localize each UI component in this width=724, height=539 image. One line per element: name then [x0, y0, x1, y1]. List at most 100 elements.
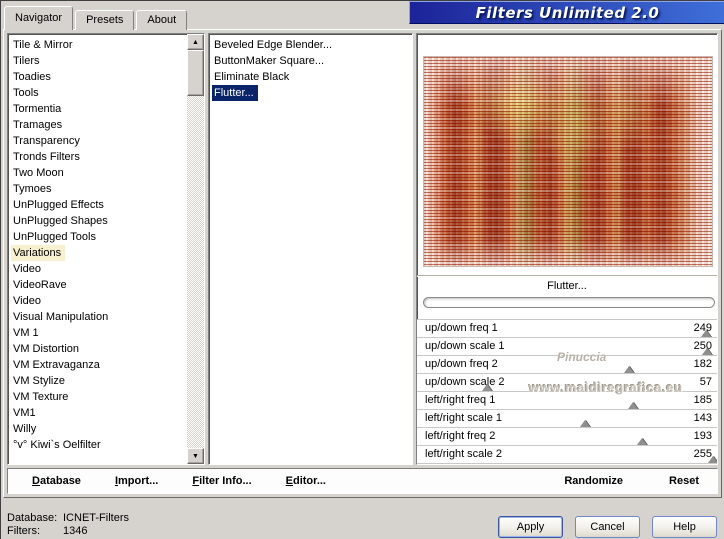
category-item[interactable]: Tilers — [8, 53, 187, 69]
category-item[interactable]: VM Texture — [8, 389, 187, 405]
category-item[interactable]: VM1 — [8, 405, 187, 421]
category-item[interactable]: Video — [8, 293, 187, 309]
database-button[interactable]: Database — [32, 475, 81, 487]
category-item[interactable]: UnPlugged Shapes — [8, 213, 187, 229]
slider-thumb-icon[interactable] — [701, 348, 712, 355]
help-button[interactable]: Help — [652, 516, 717, 538]
category-item-label: Tymoes — [13, 183, 52, 195]
reset-button[interactable]: Reset — [669, 475, 699, 487]
category-list: Tile & Mirror Tilers Toadies Tools Tormentia… — [8, 34, 187, 464]
category-scrollbar[interactable]: ▲ ▼ — [187, 34, 204, 464]
database-status-line: Database: ICNET-Filters — [7, 512, 129, 525]
category-item[interactable]: VM Distortion — [8, 341, 187, 357]
dialog-buttons: Apply Cancel Help — [498, 516, 717, 538]
filters-status-line: Filters: 1346 — [7, 525, 129, 538]
param-row[interactable]: up/down freq 2 182 — [417, 356, 717, 374]
preview-image[interactable] — [423, 56, 713, 267]
param-label: left/right scale 2 — [425, 448, 503, 460]
randomize-button[interactable]: Randomize — [564, 475, 623, 487]
filter-info-button[interactable]: Filter Info... — [192, 475, 251, 487]
category-item-label: Tramages — [13, 119, 63, 131]
progress-bar — [423, 297, 715, 308]
category-item[interactable]: Video — [8, 261, 187, 277]
filter-item[interactable]: Eliminate Black — [209, 69, 412, 85]
category-item-label: VM1 — [13, 407, 36, 419]
category-item[interactable]: VM 1 — [8, 325, 187, 341]
status-bar: Database: ICNET-Filters Filters: 1346 — [7, 512, 129, 538]
param-row[interactable]: left/right scale 2 255 — [417, 446, 717, 464]
import-button[interactable]: Import... — [115, 475, 158, 487]
category-item[interactable]: VM Stylize — [8, 373, 187, 389]
filters-label: Filters: — [7, 525, 40, 537]
category-item[interactable]: Tramages — [8, 117, 187, 133]
slider-thumb-icon[interactable] — [481, 384, 492, 391]
slider-thumb-icon[interactable] — [707, 456, 717, 463]
category-item[interactable]: Toadies — [8, 69, 187, 85]
param-row[interactable]: up/down scale 1 250 — [417, 338, 717, 356]
category-item[interactable]: Tools — [8, 85, 187, 101]
tab-navigator[interactable]: Navigator — [4, 6, 74, 30]
filter-item-label: ButtonMaker Square... — [214, 55, 325, 67]
filter-item-label: Beveled Edge Blender... — [214, 39, 333, 51]
scroll-up-button[interactable]: ▲ — [187, 34, 204, 50]
category-item-label: Tronds Filters — [13, 151, 80, 163]
tab-about[interactable]: About — [136, 10, 188, 30]
param-value: 185 — [693, 394, 712, 406]
scroll-down-button[interactable]: ▼ — [187, 448, 204, 464]
editor-button[interactable]: Editor... — [286, 475, 326, 487]
selected-filter-label: Flutter... — [547, 280, 587, 292]
cancel-button[interactable]: Cancel — [575, 516, 640, 538]
category-item[interactable]: Tronds Filters — [8, 149, 187, 165]
category-item-label: Visual Manipulation — [13, 311, 109, 323]
param-row[interactable]: left/right freq 2 193 — [417, 428, 717, 446]
slider-thumb-icon[interactable] — [624, 366, 635, 373]
category-item-label: °v° Kiwi`s Oelfilter — [13, 439, 101, 451]
filters-unlimited-window: Navigator Presets About Filters Unlimited … — [0, 0, 724, 539]
param-rows: Pinuccia www.maidiregrafica.eu up/down f… — [417, 319, 717, 464]
category-item[interactable]: Variations — [8, 245, 187, 261]
filter-item-label: Eliminate Black — [214, 71, 290, 83]
param-label: up/down scale 2 — [425, 376, 505, 388]
category-item[interactable]: Two Moon — [8, 165, 187, 181]
param-row[interactable]: left/right scale 1 143 — [417, 410, 717, 428]
slider-thumb-icon[interactable] — [700, 330, 711, 337]
slider-thumb-icon[interactable] — [636, 438, 647, 445]
filter-item[interactable]: Beveled Edge Blender... — [209, 37, 412, 53]
toolbar-right-group: Randomize Reset — [564, 475, 699, 487]
category-item[interactable]: Tymoes — [8, 181, 187, 197]
category-item[interactable]: UnPlugged Effects — [8, 197, 187, 213]
category-item-label: Toadies — [13, 71, 51, 83]
category-item[interactable]: Willy — [8, 421, 187, 437]
param-row[interactable]: up/down scale 2 57 — [417, 374, 717, 392]
database-value: ICNET-Filters — [63, 512, 129, 524]
category-item[interactable]: VM Extravaganza — [8, 357, 187, 373]
param-row[interactable]: left/right freq 1 185 — [417, 392, 717, 410]
param-value: 143 — [693, 412, 712, 424]
param-row[interactable]: up/down freq 1 249 — [417, 320, 717, 338]
category-item-label: Video — [13, 295, 41, 307]
category-item-label: VM 1 — [13, 327, 39, 339]
filters-value: 1346 — [63, 525, 88, 537]
slider-thumb-icon[interactable] — [627, 402, 638, 409]
filter-listbox: Beveled Edge Blender... ButtonMaker Squar… — [208, 33, 413, 465]
category-item[interactable]: Visual Manipulation — [8, 309, 187, 325]
category-item[interactable]: Tormentia — [8, 101, 187, 117]
param-label: left/right freq 2 — [425, 430, 496, 442]
filter-item[interactable]: ButtonMaker Square... — [209, 53, 412, 69]
category-item[interactable]: VideoRave — [8, 277, 187, 293]
param-value: 193 — [693, 430, 712, 442]
category-item-label: UnPlugged Shapes — [13, 215, 108, 227]
scrollbar-thumb[interactable] — [187, 50, 204, 96]
param-label: left/right scale 1 — [425, 412, 503, 424]
category-item[interactable]: UnPlugged Tools — [8, 229, 187, 245]
apply-button[interactable]: Apply — [498, 516, 563, 538]
category-item[interactable]: Transparency — [8, 133, 187, 149]
tab-presets[interactable]: Presets — [75, 10, 135, 30]
scrollbar-track[interactable] — [187, 50, 204, 448]
category-item[interactable]: °v° Kiwi`s Oelfilter — [8, 437, 187, 453]
toolbar-left-group: Database Import... Filter Info... Editor… — [32, 475, 326, 487]
scroll-up-icon: ▲ — [192, 38, 199, 46]
slider-thumb-icon[interactable] — [579, 420, 590, 427]
filter-item[interactable]: Flutter... — [209, 85, 412, 101]
category-item[interactable]: Tile & Mirror — [8, 37, 187, 53]
